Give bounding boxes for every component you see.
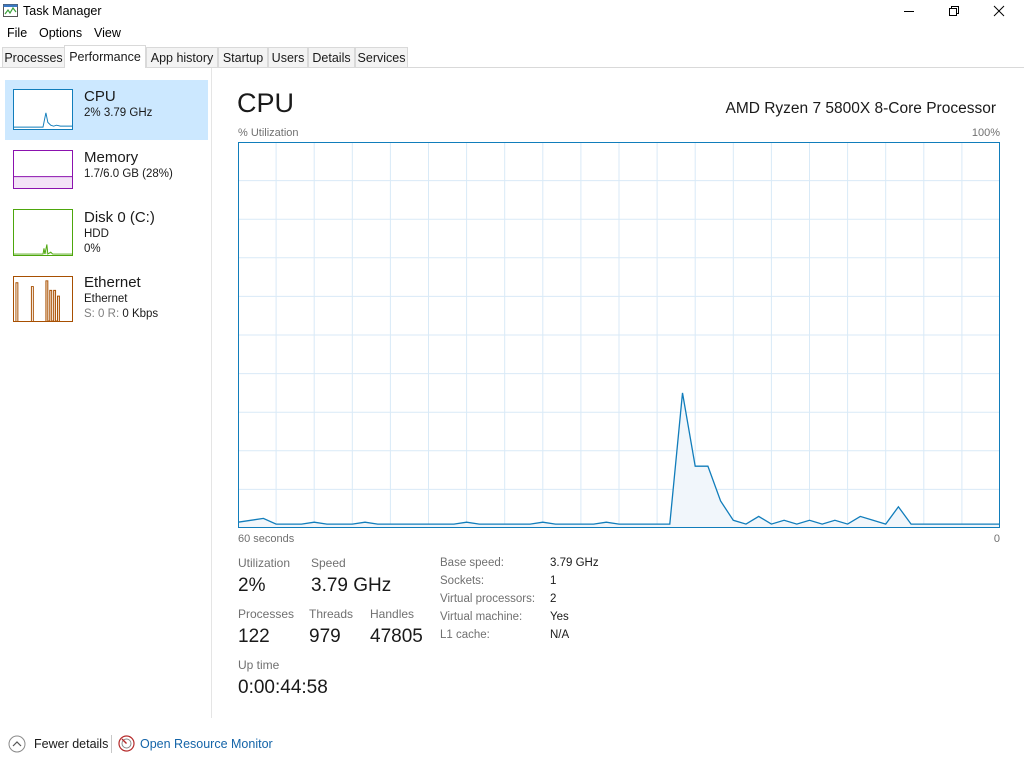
menu-options[interactable]: Options [39, 26, 82, 40]
utilization-label: Utilization [238, 556, 291, 570]
y-axis-label: % Utilization [238, 127, 299, 139]
tab-strip: Processes Performance App history Startu… [0, 45, 1024, 68]
resource-sidebar: CPU 2% 3.79 GHz Memory 1.7/6.0 GB (28%) … [0, 68, 212, 718]
spec-virtual-processors-label: Virtual processors: [440, 593, 536, 605]
sidebar-cpu-usage: 2% 3.79 GHz [84, 107, 153, 119]
spec-virtual-machine-label: Virtual machine: [440, 611, 523, 623]
sidebar-item-ethernet[interactable]: Ethernet Ethernet S: 0 R: 0 Kbps [5, 268, 208, 330]
page-title: CPU [237, 88, 295, 118]
tab-performance[interactable]: Performance [64, 45, 146, 68]
cpu-thumbnail-graph [13, 89, 73, 130]
tab-startup[interactable]: Startup [218, 47, 268, 67]
memory-thumbnail-graph [13, 150, 73, 189]
spec-base-speed-value: 3.79 GHz [550, 557, 599, 569]
sidebar-item-disk[interactable]: Disk 0 (C:) HDD 0% [5, 203, 208, 265]
menu-view[interactable]: View [94, 26, 121, 40]
ethernet-send-receive-prefix: S: 0 R: [84, 308, 123, 320]
utilization-value: 2% [238, 575, 266, 596]
y-max-label: 100% [971, 127, 1000, 139]
handles-label: Handles [370, 607, 415, 621]
speed-value: 3.79 GHz [311, 575, 392, 596]
handles-value: 47805 [370, 626, 423, 647]
spec-base-speed-label: Base speed: [440, 557, 504, 569]
tab-services[interactable]: Services [355, 47, 408, 67]
spec-virtual-processors-value: 2 [550, 593, 557, 605]
close-button[interactable] [976, 0, 1022, 22]
sidebar-disk-title: Disk 0 (C:) [84, 209, 155, 226]
speed-label: Speed [311, 556, 346, 570]
sidebar-disk-type: HDD [84, 228, 109, 240]
processor-name: AMD Ryzen 7 5800X 8-Core Processor [725, 100, 996, 117]
minimize-icon [904, 11, 914, 12]
sidebar-ethernet-title: Ethernet [84, 274, 141, 291]
sidebar-ethernet-throughput: S: 0 R: 0 Kbps [84, 308, 158, 320]
sidebar-cpu-title: CPU [84, 88, 116, 105]
title-bar: Task Manager [0, 0, 1024, 22]
tab-users[interactable]: Users [268, 47, 308, 67]
open-resource-monitor-link[interactable]: Open Resource Monitor [140, 737, 273, 751]
sidebar-memory-title: Memory [84, 149, 139, 166]
close-icon [993, 5, 1005, 17]
spec-l1-cache-label: L1 cache: [440, 629, 490, 641]
uptime-label: Up time [238, 658, 280, 672]
task-manager-icon [3, 4, 18, 17]
restore-button[interactable] [931, 0, 977, 22]
sidebar-memory-usage: 1.7/6.0 GB (28%) [84, 168, 173, 180]
x-axis-start-label: 60 seconds [238, 533, 295, 545]
restore-icon [949, 6, 959, 16]
spec-l1-cache-value: N/A [550, 629, 570, 641]
cpu-utilization-graph [238, 142, 1000, 528]
tab-app-history[interactable]: App history [146, 47, 218, 67]
ethernet-thumbnail-graph [13, 276, 73, 322]
threads-label: Threads [309, 607, 354, 621]
spec-sockets-label: Sockets: [440, 575, 485, 587]
tab-details[interactable]: Details [308, 47, 355, 67]
sidebar-item-cpu[interactable]: CPU 2% 3.79 GHz [5, 80, 208, 140]
threads-value: 979 [309, 626, 341, 647]
footer-bar: Fewer details Open Resource Monitor [0, 730, 1024, 760]
processes-label: Processes [238, 607, 295, 621]
spec-sockets-value: 1 [550, 575, 557, 587]
sidebar-item-memory[interactable]: Memory 1.7/6.0 GB (28%) [5, 143, 208, 203]
processes-value: 122 [238, 626, 270, 647]
chevron-up-circle-icon[interactable] [8, 735, 26, 753]
x-axis-end-label: 0 [993, 533, 1000, 545]
spec-virtual-machine-value: Yes [550, 611, 569, 623]
sidebar-ethernet-adapter: Ethernet [84, 293, 128, 305]
fewer-details-button[interactable]: Fewer details [34, 737, 108, 751]
resource-monitor-icon[interactable] [118, 735, 135, 752]
sidebar-disk-usage: 0% [84, 243, 101, 255]
window-title: Task Manager [23, 4, 102, 18]
disk-thumbnail-graph [13, 209, 73, 256]
footer-divider [111, 735, 112, 753]
ethernet-receive-rate: 0 Kbps [122, 308, 159, 320]
uptime-value: 0:00:44:58 [238, 677, 328, 698]
menu-file[interactable]: File [7, 26, 27, 40]
minimize-button[interactable] [886, 0, 932, 22]
tab-processes[interactable]: Processes [2, 47, 65, 67]
